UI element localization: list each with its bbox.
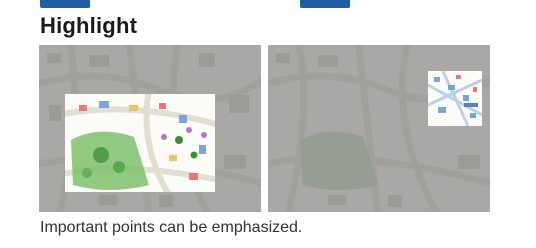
highlight-area-example (39, 45, 261, 212)
map-image (268, 45, 490, 212)
map-image (39, 45, 261, 212)
highlight-zoom-example (268, 45, 490, 212)
accent-bar-left (40, 0, 90, 8)
accent-bar-right (300, 0, 350, 8)
section-title: Highlight (40, 13, 138, 38)
caption-text: Important points can be emphasized. (40, 219, 303, 236)
